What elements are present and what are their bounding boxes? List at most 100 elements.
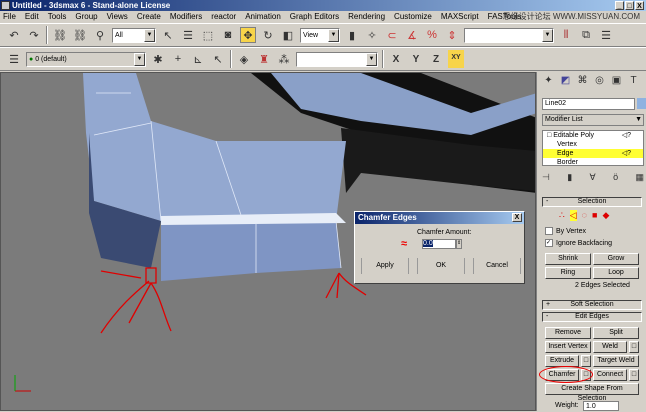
cancel-button[interactable]: Cancel <box>473 258 521 274</box>
menu-group[interactable]: Group <box>75 11 97 23</box>
split-button[interactable]: Split <box>593 327 639 339</box>
show-end-result-icon[interactable]: ▮ <box>567 172 572 183</box>
remove-modifier-icon[interactable]: ö <box>613 172 618 183</box>
manipulate-icon[interactable]: ✧ <box>364 27 380 43</box>
polygon-mode-icon[interactable]: ■ <box>592 210 597 221</box>
axis-xy-button[interactable]: XY <box>448 50 464 68</box>
named-selection-dropdown[interactable]: ▼ <box>464 27 554 43</box>
create-tab-icon[interactable]: ✦ <box>541 75 556 91</box>
schematic-icon[interactable]: ⁂ <box>276 51 292 67</box>
weight-input[interactable]: 1.0 <box>583 401 619 411</box>
apply-button[interactable]: Apply <box>361 258 409 274</box>
spinner-snap-icon[interactable]: ⇕ <box>444 27 460 43</box>
vertex-mode-icon[interactable]: ∴ <box>559 210 565 221</box>
percent-snap-icon[interactable]: % <box>424 27 440 43</box>
named-sel-dropdown[interactable]: ▼ <box>296 51 378 67</box>
ref-coord-dropdown[interactable]: View ▼ <box>300 27 340 43</box>
geometry-icon[interactable]: ◈ <box>236 51 252 67</box>
menu-reactor[interactable]: reactor <box>211 11 236 23</box>
scale-icon[interactable]: ◧ <box>280 27 296 43</box>
motion-tab-icon[interactable]: ◎ <box>592 75 607 91</box>
loop-button[interactable]: Loop <box>593 267 639 279</box>
select-by-name-icon[interactable]: ☰ <box>180 27 196 43</box>
pivot-icon[interactable]: ▮ <box>344 27 360 43</box>
redo-icon[interactable]: ↷ <box>26 27 42 43</box>
menu-edit[interactable]: Edit <box>25 11 39 23</box>
select-icon[interactable]: ↖ <box>160 27 176 43</box>
align-icon[interactable]: ⧉ <box>578 27 594 43</box>
close-button[interactable]: X <box>635 1 644 10</box>
menu-create[interactable]: Create <box>137 11 161 23</box>
mirror-icon[interactable]: ⫴ <box>558 27 574 43</box>
add-to-layer-icon[interactable]: + <box>170 51 186 67</box>
border-mode-icon[interactable]: ◌ <box>582 210 587 221</box>
menu-rendering[interactable]: Rendering <box>348 11 385 23</box>
hierarchy-tab-icon[interactable]: ⌘ <box>575 75 590 91</box>
pin-stack-icon[interactable]: ⊣ <box>542 172 550 183</box>
menu-views[interactable]: Views <box>107 11 128 23</box>
menu-graph-editors[interactable]: Graph Editors <box>290 11 339 23</box>
soft-selection-rollout-header[interactable]: + Soft Selection <box>542 300 642 310</box>
weld-button[interactable]: Weld <box>593 341 627 353</box>
axis-y-button[interactable]: Y <box>408 54 424 65</box>
axis-z-button[interactable]: Z <box>428 54 444 65</box>
edit-edges-rollout-header[interactable]: - Edit Edges <box>542 312 642 322</box>
menu-customize[interactable]: Customize <box>394 11 432 23</box>
stack-item-vertex[interactable]: Vertex <box>543 140 643 149</box>
object-color-swatch[interactable] <box>637 98 646 109</box>
menu-tools[interactable]: Tools <box>48 11 67 23</box>
remove-button[interactable]: Remove <box>545 327 591 339</box>
connect-button[interactable]: Connect <box>593 369 627 381</box>
layer-props-icon[interactable]: ↖ <box>210 51 226 67</box>
menu-file[interactable]: File <box>3 11 16 23</box>
maximize-button[interactable]: □ <box>625 1 634 10</box>
bind-space-warp-icon[interactable]: ⚲ <box>92 27 108 43</box>
chamfer-amount-spinner[interactable]: ⇕ <box>456 239 462 249</box>
window-crossing-icon[interactable]: ◙ <box>220 27 236 43</box>
rotate-icon[interactable]: ↻ <box>260 27 276 43</box>
shrink-button[interactable]: Shrink <box>545 253 591 265</box>
selection-filter-dropdown[interactable]: All ▼ <box>112 27 156 43</box>
grow-button[interactable]: Grow <box>593 253 639 265</box>
extrude-settings-button[interactable]: □ <box>581 355 591 367</box>
make-unique-icon[interactable]: ∀ <box>590 172 596 183</box>
menu-modifiers[interactable]: Modifiers <box>170 11 202 23</box>
target-weld-button[interactable]: Target Weld <box>593 355 639 367</box>
select-layer-icon[interactable]: ⊾ <box>190 51 206 67</box>
by-vertex-checkbox[interactable]: By Vertex <box>545 227 586 236</box>
ring-button[interactable]: Ring <box>545 267 591 279</box>
link-icon[interactable]: ⛓ <box>52 27 68 43</box>
minimize-button[interactable]: _ <box>615 1 624 10</box>
utilities-tab-icon[interactable]: T <box>626 75 641 91</box>
angle-snap-icon[interactable]: ∡ <box>404 27 420 43</box>
snap-icon[interactable]: ⊂ <box>384 27 400 43</box>
viewport-perspective[interactable]: Chamfer Edges X Chamfer Amount: ≈ 0.0 ⇕ A… <box>0 72 536 411</box>
connect-settings-button[interactable]: □ <box>629 369 639 381</box>
stack-item-editable-poly[interactable]: □ Editable Poly ◁? <box>543 131 643 140</box>
menu-maxscript[interactable]: MAXScript <box>441 11 479 23</box>
undo-icon[interactable]: ↶ <box>6 27 22 43</box>
stack-item-edge[interactable]: Edge ◁? <box>543 149 643 158</box>
edge-mode-icon[interactable]: ◁ <box>569 210 577 221</box>
ignore-backfacing-checkbox[interactable]: ✓ Ignore Backfacing <box>545 239 612 248</box>
modifier-list-dropdown[interactable]: Modifier List ▼ <box>542 114 644 126</box>
weld-settings-button[interactable]: □ <box>629 341 639 353</box>
menu-animation[interactable]: Animation <box>245 11 281 23</box>
move-icon[interactable]: ✥ <box>240 27 256 43</box>
chamfer-amount-input[interactable]: 0.0 <box>422 239 456 249</box>
dialog-close-button[interactable]: X <box>512 213 522 222</box>
insert-vertex-button[interactable]: Insert Vertex <box>545 341 591 353</box>
axis-x-button[interactable]: X <box>388 54 404 65</box>
configure-sets-icon[interactable]: ▦ <box>635 172 644 183</box>
element-mode-icon[interactable]: ◆ <box>602 210 609 221</box>
display-tab-icon[interactable]: ▣ <box>609 75 624 91</box>
rect-region-icon[interactable]: ⬚ <box>200 27 216 43</box>
layers-icon[interactable]: ☰ <box>6 51 22 67</box>
modify-tab-icon[interactable]: ◩ <box>558 75 573 91</box>
ok-button[interactable]: OK <box>417 258 465 274</box>
create-shape-button[interactable]: Create Shape From Selection <box>545 383 639 402</box>
selection-rollout-header[interactable]: - Selection <box>542 197 642 207</box>
graph-icon[interactable]: ♜ <box>256 51 272 67</box>
create-layer-icon[interactable]: ✱ <box>150 51 166 67</box>
stack-item-border[interactable]: Border <box>543 158 643 165</box>
